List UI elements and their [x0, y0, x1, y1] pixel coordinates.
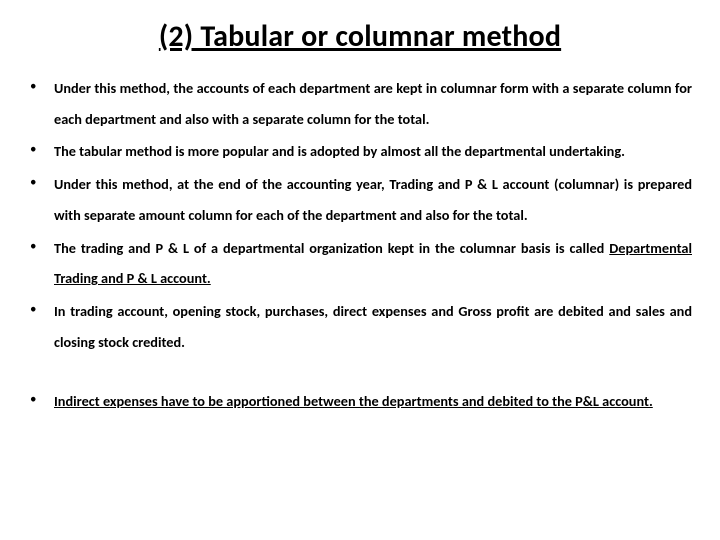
bullet-text: The tabular method is more popular and i… — [54, 142, 625, 160]
slide-title: (2) Tabular or columnar method — [28, 18, 692, 55]
bullet-item: Under this method, the accounts of each … — [28, 73, 692, 134]
bullet-list: Under this method, the accounts of each … — [28, 73, 692, 416]
bullet-text-underline: Indirect expenses have to be apportioned… — [54, 392, 653, 410]
bullet-item: Under this method, at the end of the acc… — [28, 169, 692, 230]
bullet-text-strong: opening stock, purchases, direct expense… — [173, 302, 427, 320]
bullet-item: The tabular method is more popular and i… — [28, 136, 692, 167]
bullet-item: In trading account, opening stock, purch… — [28, 296, 692, 357]
bullet-item: Indirect expenses have to be apportioned… — [28, 386, 692, 417]
bullet-text: The trading and P & L of a departmental … — [54, 239, 609, 257]
bullet-text-strong: Trading and P & L account (columnar) is — [389, 175, 633, 193]
bullet-text: In trading account, — [54, 302, 173, 320]
bullet-text: Under this method, the accounts of each … — [54, 79, 692, 128]
bullet-item: The trading and P & L of a departmental … — [28, 233, 692, 294]
slide: (2) Tabular or columnar method Under thi… — [0, 0, 720, 540]
bullet-text: Under this method, at the end of the acc… — [54, 175, 389, 193]
